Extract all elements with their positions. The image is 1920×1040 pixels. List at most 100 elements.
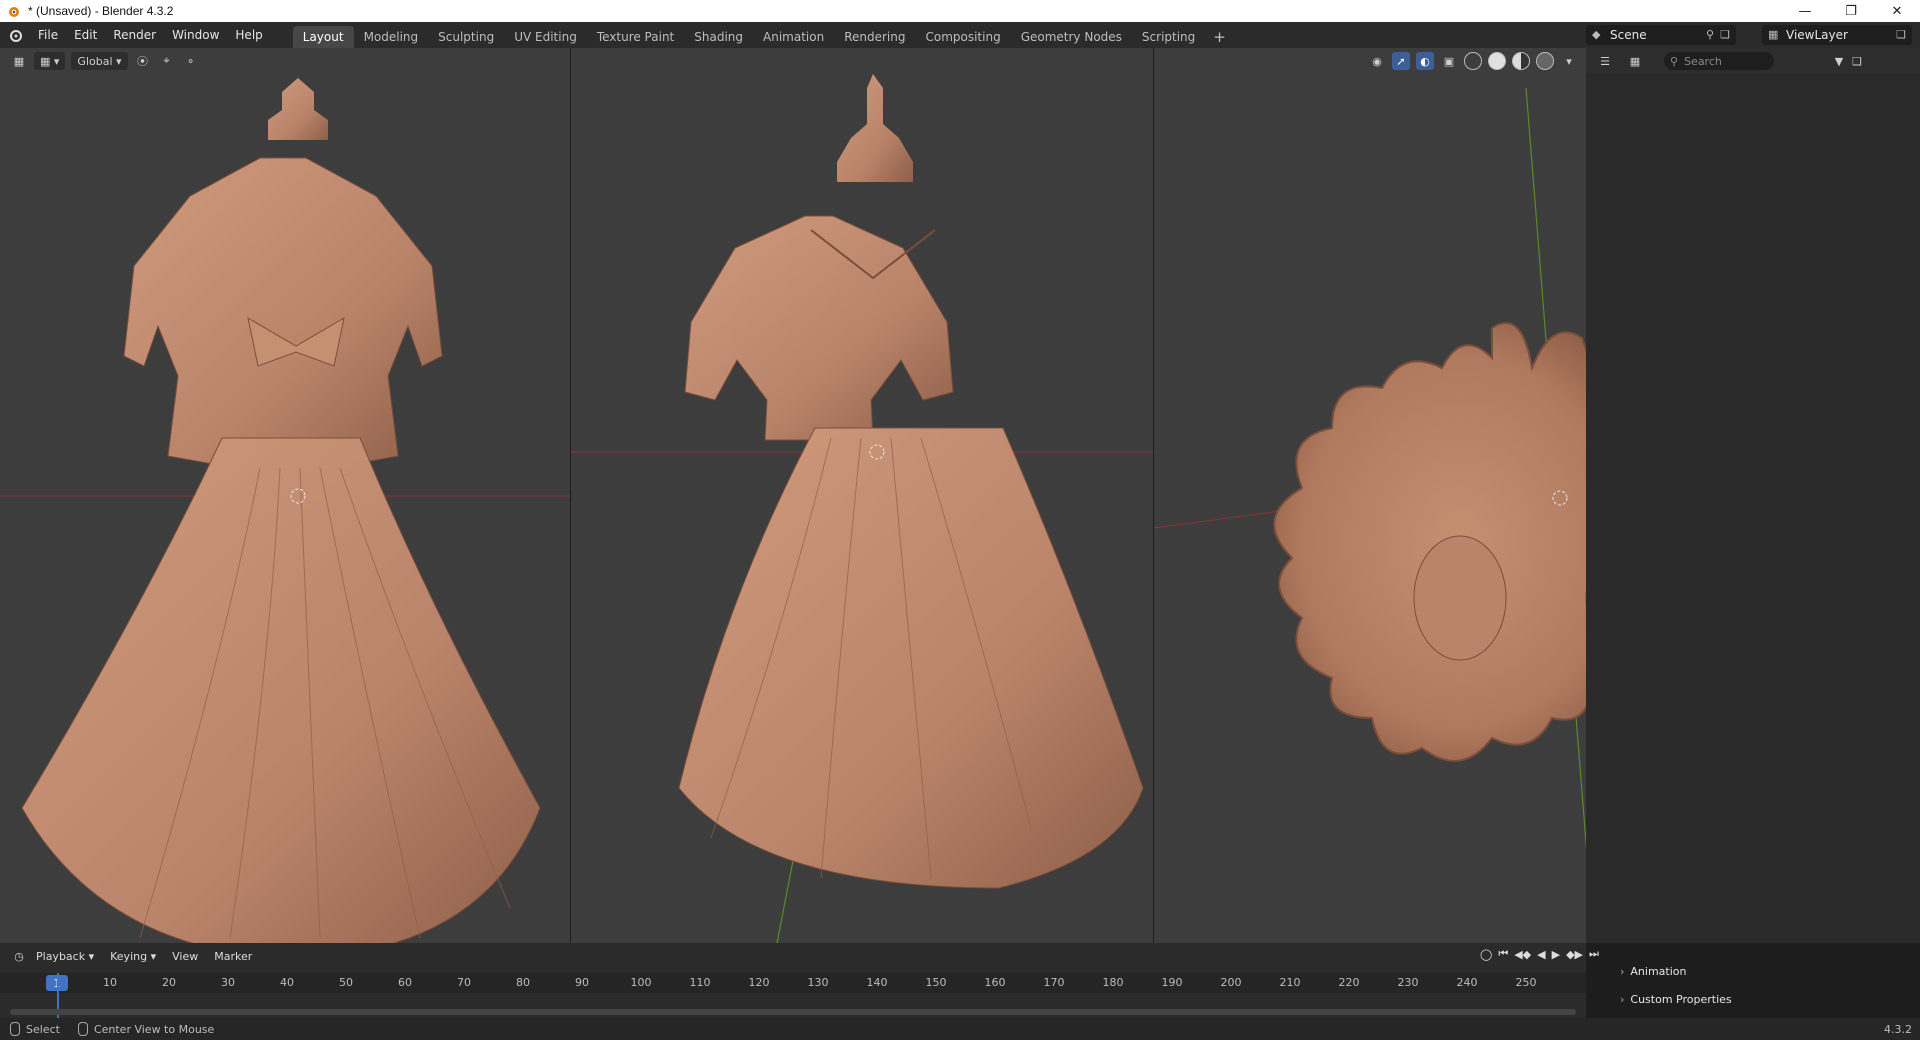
- panel-animation[interactable]: › Animation: [1620, 960, 1687, 982]
- tab-sculpting[interactable]: Sculpting: [428, 26, 504, 48]
- view-layer-selector[interactable]: ▦ ViewLayer ❏: [1762, 25, 1912, 45]
- timeline-editor-type-icon[interactable]: ◷: [10, 947, 28, 965]
- tab-modeling[interactable]: Modeling: [354, 26, 429, 48]
- outliner-editor-type-icon[interactable]: ☰: [1596, 52, 1614, 70]
- transform-orientation-dropdown[interactable]: Global ▾: [71, 52, 128, 70]
- view-layer-name: ViewLayer: [1786, 28, 1848, 42]
- pin-icon[interactable]: ⚲: [1706, 28, 1714, 41]
- panel-custom-properties[interactable]: › Custom Properties: [1620, 988, 1732, 1010]
- scene-selector[interactable]: ◆ Scene ⚲ ❏: [1586, 25, 1736, 45]
- new-scene-icon[interactable]: ❏: [1720, 28, 1730, 41]
- mouse-middle-icon: [77, 1022, 88, 1036]
- frame-tick: 30: [221, 976, 235, 989]
- outliner-search-input[interactable]: ⚲ Search: [1664, 52, 1774, 70]
- tab-rendering[interactable]: Rendering: [834, 26, 915, 48]
- menu-keying[interactable]: Keying ▾: [102, 950, 164, 963]
- jump-end-icon[interactable]: ⏭: [1589, 947, 1599, 961]
- gizmo-toggle-icon[interactable]: ➚: [1392, 52, 1410, 70]
- object-mode-dropdown[interactable]: ▦ ▾: [34, 52, 66, 70]
- shading-options-icon[interactable]: ▾: [1560, 52, 1578, 70]
- viewport-header-front: ▦ ▦ ▾ Global ▾ ⦿ ⌖ ⚬: [0, 48, 570, 74]
- close-icon[interactable]: ✕: [1874, 0, 1920, 22]
- material-shading-icon[interactable]: [1512, 52, 1530, 70]
- menu-view[interactable]: View: [164, 950, 206, 963]
- frame-tick: 240: [1456, 976, 1478, 989]
- proportional-edit-icon[interactable]: ⚬: [182, 52, 200, 70]
- tab-compositing[interactable]: Compositing: [915, 26, 1010, 48]
- menu-playback-label: Playback: [36, 949, 86, 963]
- frame-tick: 140: [866, 976, 888, 989]
- xray-toggle-icon[interactable]: ▣: [1440, 52, 1458, 70]
- new-collection-icon[interactable]: ❏: [1848, 52, 1866, 70]
- timeline-scrollbar[interactable]: [10, 1009, 1576, 1015]
- play-reverse-icon[interactable]: ◀: [1537, 948, 1545, 961]
- frame-tick: 210: [1279, 976, 1301, 989]
- mannequin-neck: [268, 78, 328, 140]
- display-mode-icon[interactable]: ▦: [1626, 52, 1644, 70]
- status-center-view: Center View to Mouse: [77, 1022, 214, 1036]
- tab-animation[interactable]: Animation: [753, 26, 834, 48]
- dress-skirt: [21, 437, 541, 943]
- editor-type-icon[interactable]: ▦: [10, 52, 28, 70]
- frame-tick: 170: [1043, 976, 1065, 989]
- viewport-back[interactable]: [571, 48, 1153, 943]
- back-dress-render: [571, 74, 1153, 943]
- blender-menu-icon[interactable]: [0, 22, 30, 48]
- timeline-ruler[interactable]: 1 10 20 30 40 50 60 70 80 90 100 110 120…: [0, 973, 1586, 993]
- timeline-editor: ◷ Playback ▾ Keying ▾ View Marker ◯ ⏮ ◀◆…: [0, 943, 1599, 1023]
- tab-texture-paint[interactable]: Texture Paint: [587, 26, 684, 48]
- menu-window[interactable]: Window: [164, 22, 227, 48]
- viewport-front[interactable]: ▦ ▦ ▾ Global ▾ ⦿ ⌖ ⚬: [0, 48, 570, 943]
- overlays-toggle-icon[interactable]: ◐: [1416, 52, 1434, 70]
- dress-bodice-back: [684, 215, 954, 441]
- new-view-layer-icon[interactable]: ❏: [1896, 28, 1906, 41]
- tab-layout[interactable]: Layout: [292, 26, 354, 48]
- menu-file[interactable]: File: [30, 22, 66, 48]
- tab-uv-editing[interactable]: UV Editing: [504, 26, 587, 48]
- jump-start-icon[interactable]: ⏮: [1498, 947, 1508, 961]
- next-keyframe-icon[interactable]: ◆▶: [1566, 948, 1583, 961]
- solid-shading-icon[interactable]: [1488, 52, 1506, 70]
- filter-icon[interactable]: ▼: [1830, 52, 1848, 70]
- top-dress-render: [1154, 87, 1586, 850]
- frame-tick: 20: [162, 976, 176, 989]
- frame-tick: 60: [398, 976, 412, 989]
- prev-keyframe-icon[interactable]: ◀◆: [1514, 948, 1531, 961]
- add-workspace-button[interactable]: +: [1205, 26, 1234, 48]
- tab-geometry-nodes[interactable]: Geometry Nodes: [1011, 26, 1132, 48]
- mouse-left-icon: [10, 1022, 20, 1036]
- outliner-header: ☰ ▦ ⚲ Search ▼ ❏: [1586, 48, 1920, 74]
- tab-scripting[interactable]: Scripting: [1132, 26, 1205, 48]
- menu-render[interactable]: Render: [105, 22, 164, 48]
- pivot-icon[interactable]: ⦿: [134, 52, 152, 70]
- menu-marker[interactable]: Marker: [206, 950, 260, 963]
- frame-tick: 120: [748, 976, 770, 989]
- snap-icon[interactable]: ⌖: [158, 52, 176, 70]
- wireframe-shading-icon[interactable]: [1464, 52, 1482, 70]
- frame-tick: 190: [1161, 976, 1183, 989]
- chevron-right-icon: ›: [1620, 964, 1625, 978]
- visibility-icon[interactable]: ◉: [1368, 52, 1386, 70]
- workspace-tabs: Layout Modeling Sculpting UV Editing Tex…: [292, 22, 1234, 48]
- play-icon[interactable]: ▶: [1552, 948, 1560, 961]
- record-icon[interactable]: ◯: [1480, 948, 1492, 961]
- menu-edit[interactable]: Edit: [66, 22, 105, 48]
- panel-custom-properties-label: Custom Properties: [1630, 992, 1732, 1006]
- status-select: Select: [10, 1022, 60, 1036]
- minimize-icon[interactable]: —: [1782, 0, 1828, 22]
- restore-icon[interactable]: ❐: [1828, 0, 1874, 22]
- viewport-top[interactable]: ◉ ➚ ◐ ▣ ▾: [1154, 48, 1586, 943]
- rendered-shading-icon[interactable]: [1536, 52, 1554, 70]
- frame-tick: 100: [630, 976, 652, 989]
- search-placeholder: Search: [1684, 54, 1722, 68]
- front-dress-render: [0, 78, 570, 943]
- tab-shading[interactable]: Shading: [684, 26, 753, 48]
- panel-animation-label: Animation: [1630, 964, 1687, 978]
- view-layer-icon: ▦: [1768, 28, 1779, 41]
- viewport-header-top: ◉ ➚ ◐ ▣ ▾: [1154, 48, 1586, 74]
- menu-help[interactable]: Help: [227, 22, 270, 48]
- menu-playback[interactable]: Playback ▾: [28, 950, 102, 963]
- skirt-hem-top: [1273, 322, 1586, 762]
- frame-tick: 40: [280, 976, 294, 989]
- timeline-track[interactable]: [0, 995, 1586, 1019]
